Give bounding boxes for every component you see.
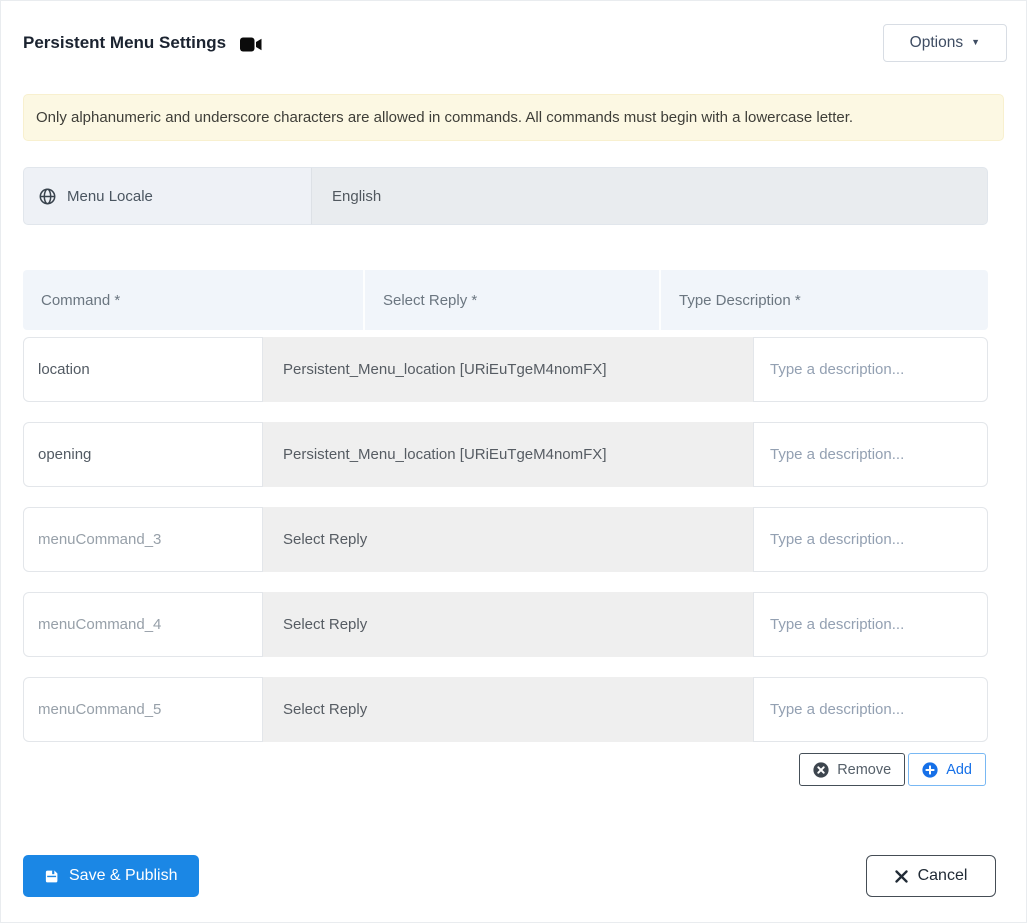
description-input[interactable] (753, 592, 988, 657)
save-icon (44, 869, 59, 884)
warning-banner-text: Only alphanumeric and underscore charact… (36, 109, 854, 126)
select-reply-button[interactable]: Persistent_Menu_location [URiEuTgeM4nomF… (263, 422, 753, 487)
select-reply-value: Select Reply (283, 701, 368, 718)
remove-button[interactable]: Remove (799, 753, 906, 786)
remove-button-label: Remove (837, 761, 892, 778)
menu-locale-value-text: English (332, 187, 382, 205)
chevron-down-icon: ▼ (971, 37, 980, 47)
select-reply-button[interactable]: Select Reply (263, 592, 753, 657)
page-title: Persistent Menu Settings (23, 33, 227, 52)
globe-icon (39, 188, 56, 205)
menu-locale-label: Menu Locale (23, 167, 311, 225)
menu-locale-value: English (311, 167, 988, 225)
table-row: Select Reply (23, 592, 988, 657)
table-row: Persistent_Menu_location [URiEuTgeM4nomF… (23, 337, 988, 402)
menu-locale-label-text: Menu Locale (67, 187, 153, 205)
video-camera-icon (240, 37, 263, 52)
column-header-select-reply: Select Reply * (365, 270, 661, 330)
column-header-type-description: Type Description * (661, 270, 988, 330)
menu-locale-group: Menu Locale English (23, 167, 988, 225)
command-input[interactable] (23, 677, 263, 742)
x-circle-icon (813, 761, 829, 778)
table-row: Persistent_Menu_location [URiEuTgeM4nomF… (23, 422, 988, 487)
row-actions: Remove Add (1, 753, 986, 786)
select-reply-button[interactable]: Select Reply (263, 507, 753, 572)
title-wrap: Persistent Menu Settings (23, 33, 263, 53)
select-reply-value: Persistent_Menu_location [URiEuTgeM4nomF… (283, 361, 607, 378)
command-input[interactable] (23, 422, 263, 487)
close-icon (894, 869, 908, 883)
persistent-menu-settings-panel: Persistent Menu Settings Options ▼ Only … (0, 0, 1027, 923)
select-reply-button[interactable]: Persistent_Menu_location [URiEuTgeM4nomF… (263, 337, 753, 402)
table-row: Select Reply (23, 507, 988, 572)
select-reply-value: Select Reply (283, 531, 368, 548)
command-rows: Persistent_Menu_location [URiEuTgeM4nomF… (23, 337, 988, 742)
save-publish-button-label: Save & Publish (69, 867, 178, 884)
add-button[interactable]: Add (908, 753, 986, 786)
cancel-button[interactable]: Cancel (866, 855, 996, 897)
add-button-label: Add (946, 761, 972, 778)
column-header-command: Command * (23, 270, 365, 330)
command-input[interactable] (23, 337, 263, 402)
table-header: Command * Select Reply * Type Descriptio… (23, 270, 988, 330)
select-reply-value: Persistent_Menu_location [URiEuTgeM4nomF… (283, 446, 607, 463)
options-button[interactable]: Options ▼ (882, 24, 1007, 62)
select-reply-button[interactable]: Select Reply (263, 677, 753, 742)
options-button-label: Options (909, 34, 964, 51)
topbar: Persistent Menu Settings Options ▼ (1, 1, 1026, 62)
description-input[interactable] (753, 507, 988, 572)
description-input[interactable] (753, 337, 988, 402)
command-input[interactable] (23, 507, 263, 572)
table-row: Select Reply (23, 677, 988, 742)
save-publish-button[interactable]: Save & Publish (23, 855, 199, 897)
cancel-button-label: Cancel (917, 867, 968, 884)
select-reply-value: Select Reply (283, 616, 368, 633)
plus-circle-icon (922, 761, 938, 778)
warning-banner: Only alphanumeric and underscore charact… (23, 94, 1004, 141)
footer: Save & Publish Cancel (1, 855, 1026, 897)
description-input[interactable] (753, 677, 988, 742)
description-input[interactable] (753, 422, 988, 487)
command-input[interactable] (23, 592, 263, 657)
